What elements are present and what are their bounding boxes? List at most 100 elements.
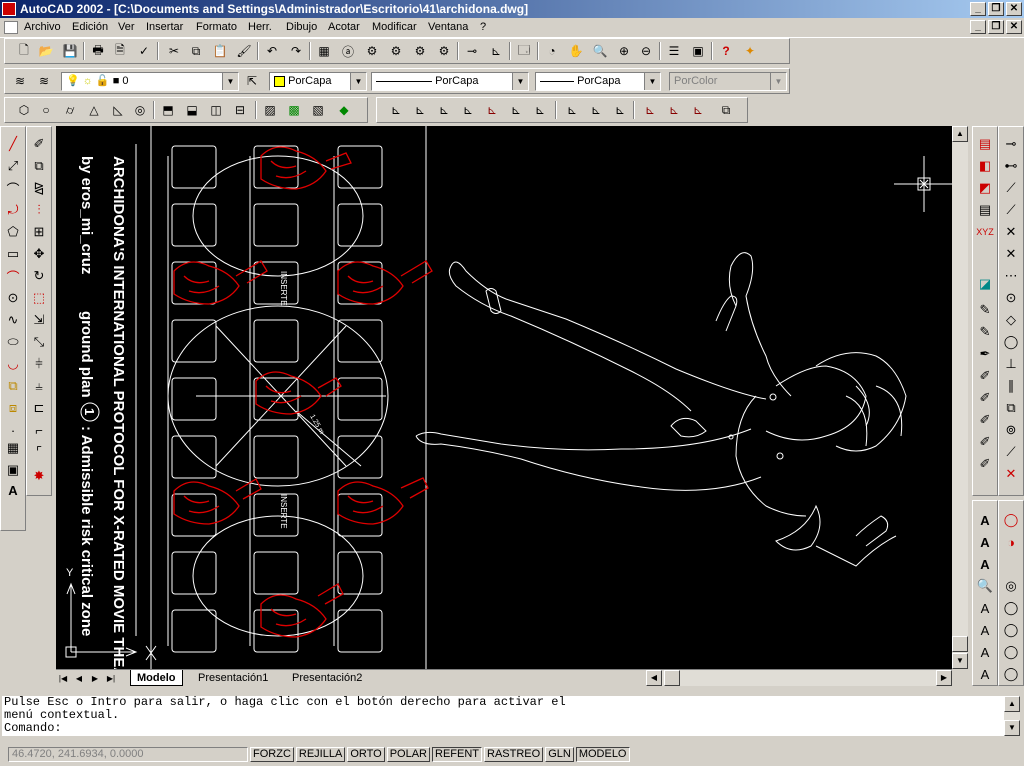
chevron-down-icon[interactable]: ▼ [644,73,660,90]
extend-icon[interactable]: ⫨ [30,377,48,395]
single-text-icon[interactable]: A [976,533,994,551]
interfere-icon[interactable]: ▨ [261,101,279,119]
ucs-rotate-x-icon[interactable]: ⊾ [641,101,659,119]
chevron-down-icon[interactable]: ▼ [350,73,366,90]
snap-midpoint-icon[interactable]: ⟋ [1002,201,1020,219]
close-button[interactable]: ✕ [1006,2,1022,16]
menu-ventana[interactable]: Ventana [428,21,468,33]
menu-help[interactable]: ? [480,21,486,33]
drawing-canvas[interactable]: INSERTE INSERTE 1.25 m ARCHIDONA'S INTER… [56,126,952,669]
design-center-icon[interactable]: ▦ [315,42,333,60]
region-red-icon[interactable]: ◯ [1002,599,1020,617]
copy-object-icon[interactable]: ⧉ [30,157,48,175]
status-modelo[interactable]: MODELO [575,747,630,762]
array-icon[interactable]: ⊞ [30,223,48,241]
minimize-button[interactable]: _ [970,2,986,16]
edit-text-icon[interactable]: A [976,555,994,573]
menu-dibujo[interactable]: Dibujo [286,21,317,33]
mline-edit-icon[interactable]: ✐ [976,455,994,473]
polyline-edit-icon[interactable]: ✐ [976,411,994,429]
break-icon[interactable]: ⊏ [30,399,48,417]
etransmit-icon[interactable]: ⚙ [435,42,453,60]
scroll-left-icon[interactable]: ◀ [646,670,662,686]
snap-endpoint-icon[interactable]: ⟋ [1002,179,1020,197]
status-forzc[interactable]: FORZC [250,747,294,762]
ucs-x-icon[interactable]: ⊾ [587,101,605,119]
tab-modelo[interactable]: Modelo [130,670,183,686]
lengthen-icon[interactable]: ⤡ [30,333,48,351]
snap-none-icon[interactable]: ✕ [1002,465,1020,483]
snap-intersection-icon[interactable]: ✕ [1002,223,1020,241]
cmd-scroll-down-icon[interactable]: ▼ [1004,720,1020,736]
preview-icon[interactable]: 🗎 [111,42,129,60]
snap-center-icon[interactable]: ⊙ [1002,289,1020,307]
donut-icon[interactable]: ◯ [1002,643,1020,661]
setup-view-icon[interactable]: ▧ [309,101,327,119]
tab-presentacion1[interactable]: Presentación1 [192,670,274,686]
slice-icon[interactable]: ◫ [207,101,225,119]
gradient-icon[interactable]: ◧ [976,157,994,175]
ucs-view-icon[interactable]: ⊾ [483,101,501,119]
new-icon[interactable]: 🗋 [15,42,33,60]
cut-icon[interactable]: ✂ [165,42,183,60]
undo-icon[interactable]: ↶ [263,42,281,60]
text-edit-icon[interactable]: ✐ [976,367,994,385]
pan-icon[interactable]: ✋ [567,42,585,60]
snap-extension-icon[interactable]: ⋯ [1002,267,1020,285]
menu-edicion[interactable]: Edición [72,21,108,33]
ucs-rotate-z-icon[interactable]: ⊾ [689,101,707,119]
rotate-icon[interactable]: ↻ [30,267,48,285]
multiline-icon[interactable]: ⤾ [4,201,22,219]
snap-toolbar-icon[interactable]: ⊸ [463,42,481,60]
wedge-icon[interactable]: ◺ [109,101,127,119]
menu-insertar[interactable]: Insertar [146,21,183,33]
torus-icon[interactable]: ◎ [131,101,149,119]
doc-minimize-button[interactable]: _ [970,20,986,34]
text-style-icon[interactable]: A [976,599,994,617]
snap-nearest-icon[interactable]: ⟋ [1002,443,1020,461]
redo-icon[interactable]: ↷ [287,42,305,60]
section-icon[interactable]: ⊟ [231,101,249,119]
coordinates-readout[interactable]: 46.4720, 241.6934, 0.0000 [8,747,248,762]
tab-presentacion2[interactable]: Presentación2 [286,670,368,686]
status-rejilla[interactable]: REJILLA [295,747,346,762]
command-history[interactable]: Pulse Esc o Intro para salir, o haga cli… [2,696,1004,736]
browse-web-icon[interactable]: ⚙ [387,42,405,60]
ucs-origin-icon[interactable]: ⊾ [507,101,525,119]
previous-layer-icon[interactable]: ⇱ [243,72,261,90]
autocad-app-icon[interactable] [2,2,16,16]
document-icon[interactable] [4,21,18,34]
spiral-icon[interactable]: ◯ [1002,665,1020,683]
color-select[interactable]: PorCapa ▼ [269,72,367,91]
layer-toolbar-icon[interactable]: ◪ [976,275,994,293]
attribute-edit-icon[interactable]: ✐ [976,389,994,407]
pencil-icon[interactable]: ✎ [976,323,994,341]
snap-insert-icon[interactable]: ⧉ [1002,399,1020,417]
status-rastreo[interactable]: RASTREO [484,747,544,762]
mirror-icon[interactable]: ⧎ [30,179,48,197]
extrude-icon[interactable]: ⬒ [159,101,177,119]
snap-tangent-icon[interactable]: ◯ [1002,333,1020,351]
hyperlink-icon[interactable]: ⚙ [363,42,381,60]
status-polar[interactable]: POLAR [386,747,430,762]
paste-icon[interactable]: 📋 [211,42,229,60]
menu-archivo[interactable]: Archivo [24,21,61,33]
erase-icon[interactable]: ✐ [30,135,48,153]
copy-icon[interactable]: ⧉ [187,42,205,60]
text-icon[interactable]: A [976,511,994,529]
make-block-icon[interactable]: ⧈ [4,399,22,417]
move-icon[interactable]: ✥ [30,245,48,263]
spline-edit-icon[interactable]: ✐ [976,433,994,451]
vertical-scrollbar[interactable]: ▲ ▼ [952,126,968,669]
design-center-2-icon[interactable]: ▣ [689,42,707,60]
chamfer-icon[interactable]: ⌐ [30,421,48,439]
zoom-realtime-icon[interactable]: 🔍 [591,42,609,60]
construction-line-icon[interactable]: ⤢ [4,157,22,175]
command-prompt[interactable]: Comando: [4,722,1004,735]
print-icon[interactable]: 🖶 [89,42,107,60]
revolve-icon[interactable]: ⬓ [183,101,201,119]
help-icon[interactable]: ? [717,42,735,60]
scroll-down-icon[interactable]: ▼ [952,653,968,669]
snap-apparent-icon[interactable]: ✕ [1002,245,1020,263]
ellipse-icon[interactable]: ⬭ [4,333,22,351]
